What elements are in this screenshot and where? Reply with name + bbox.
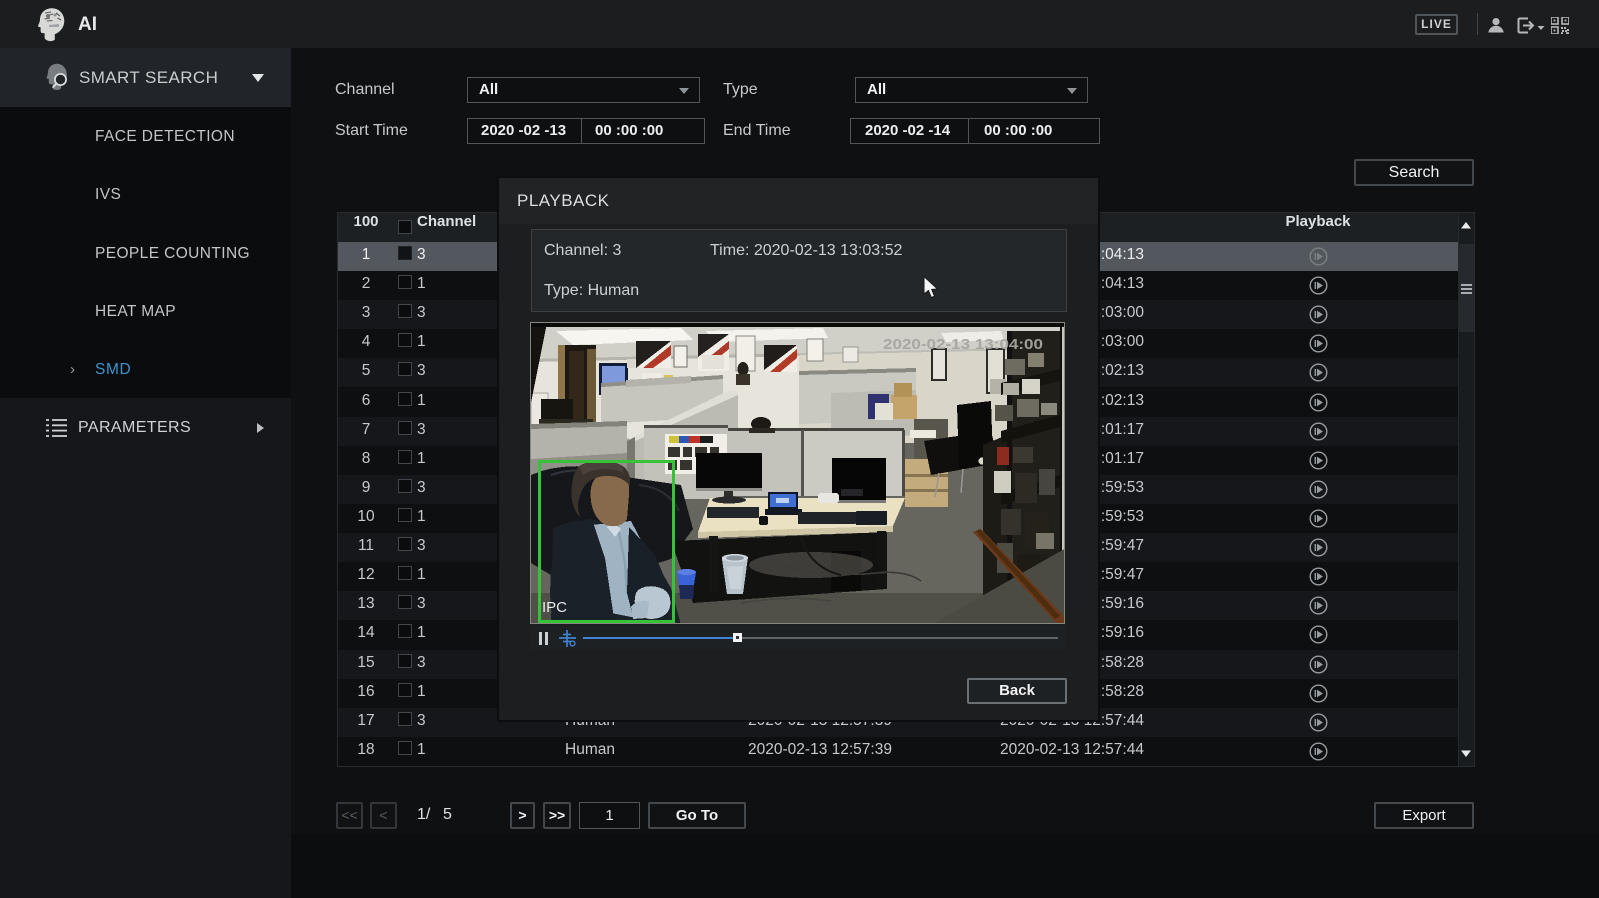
svg-text:2020-02-13 13:04:00: 2020-02-13 13:04:00 bbox=[883, 337, 1043, 353]
svg-text:IPC: IPC bbox=[542, 599, 567, 616]
